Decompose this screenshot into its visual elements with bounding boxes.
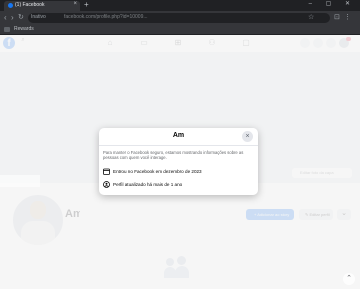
- bookmarks-bar: Rewards: [0, 25, 360, 35]
- window-controls[interactable]: – ▢ ✕: [309, 0, 356, 7]
- back-icon[interactable]: ‹: [4, 13, 7, 22]
- browser-tab[interactable]: (1) Facebook ×: [4, 1, 80, 11]
- new-tab-button[interactable]: +: [84, 0, 89, 9]
- dialog-divider: [99, 145, 258, 146]
- dialog-description: Para manter o Facebook seguro, estamos m…: [103, 150, 244, 161]
- profile-info-dialog: Am × Para manter o Facebook seguro, esta…: [99, 128, 258, 195]
- dialog-title: Am: [172, 132, 185, 139]
- omnibox-status-chip[interactable]: Inativo: [31, 14, 46, 20]
- forward-icon[interactable]: ›: [11, 13, 14, 22]
- address-bar[interactable]: Inativo facebook.com/profile.php?id=1000…: [28, 13, 330, 23]
- extensions-icon[interactable]: ⊡: [334, 13, 340, 21]
- close-icon[interactable]: ×: [242, 131, 253, 142]
- menu-icon[interactable]: ⋮: [344, 13, 351, 21]
- facebook-favicon-icon: [8, 3, 13, 8]
- joined-info-text: Entrou no Facebook em dezembro de 2023: [113, 169, 202, 174]
- browser-toolbar: ‹ › ↻ Inativo facebook.com/profile.php?i…: [0, 11, 360, 25]
- tab-title: (1) Facebook: [15, 2, 45, 8]
- bookmark-star-icon[interactable]: ☆: [308, 13, 314, 21]
- scroll-up-icon[interactable]: ⌃: [343, 273, 355, 285]
- updated-info-text: Perfil atualizado há mais de 1 ano: [113, 182, 183, 187]
- backdrop-fade: [0, 175, 40, 187]
- profile-update-icon: [103, 181, 110, 188]
- joined-info-row: Entrou no Facebook em dezembro de 2023: [103, 168, 253, 176]
- bookmark-icon: [4, 27, 10, 32]
- calendar-icon: [103, 168, 110, 175]
- updated-info-row: Perfil atualizado há mais de 1 ano: [103, 181, 253, 189]
- browser-tab-strip: (1) Facebook × + – ▢ ✕: [0, 0, 360, 11]
- reload-icon[interactable]: ↻: [18, 13, 24, 21]
- url-text[interactable]: facebook.com/profile.php?id=10009...: [64, 14, 148, 20]
- bookmark-item[interactable]: Rewards: [14, 26, 34, 32]
- tab-close-icon[interactable]: ×: [73, 1, 77, 7]
